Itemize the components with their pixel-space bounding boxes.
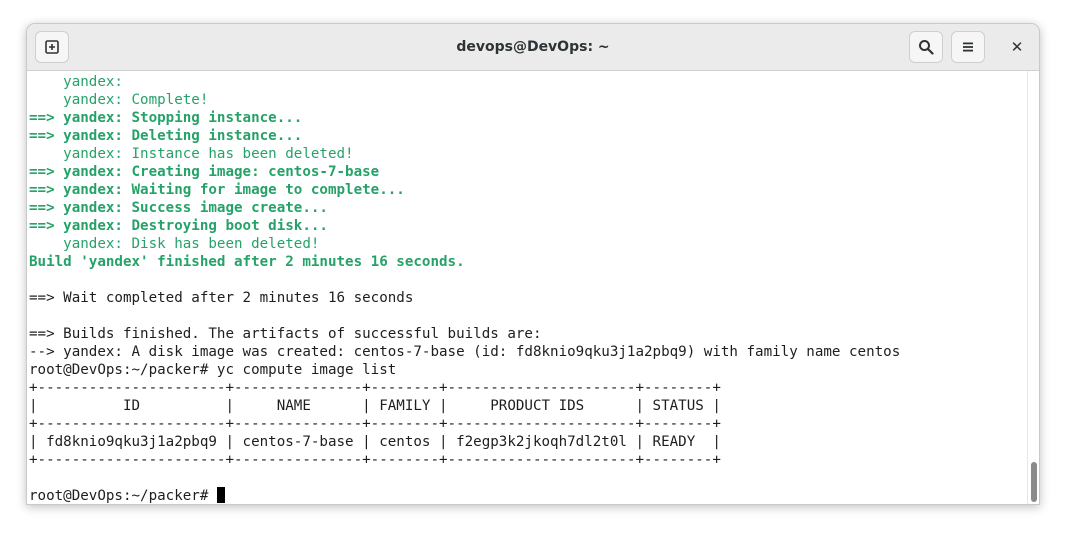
- terminal-text: Build 'yandex' finished after 2 minutes …: [29, 254, 465, 270]
- terminal-line: | fd8knio9qku3j1a2pbq9 | centos-7-base |…: [29, 433, 721, 451]
- terminal-line: ==> yandex: Creating image: centos-7-bas…: [29, 163, 379, 181]
- terminal-line: yandex: Disk has been deleted!: [29, 235, 319, 253]
- terminal-text: ==> yandex: Waiting for image to complet…: [29, 182, 405, 198]
- terminal-text: ==> yandex: Stopping instance...: [29, 110, 303, 126]
- terminal-line: yandex: Complete!: [29, 91, 208, 109]
- hamburger-menu-icon: [963, 42, 973, 52]
- terminal-text: | fd8knio9qku3j1a2pbq9 | centos-7-base |…: [29, 434, 721, 450]
- terminal-text: ==> yandex: Success image create...: [29, 200, 328, 216]
- terminal-text: ==> yandex: Creating image: centos-7-bas…: [29, 164, 380, 180]
- terminal-text: +----------------------+---------------+…: [29, 452, 721, 468]
- terminal-line: root@DevOps:~/packer# yc compute image l…: [29, 361, 396, 379]
- terminal-line: ==> Wait completed after 2 minutes 16 se…: [29, 289, 413, 307]
- terminal-text: ==> Wait completed after 2 minutes 16 se…: [29, 290, 414, 306]
- terminal-text: yandex: Complete!: [29, 92, 209, 108]
- terminal-line: ==> yandex: Stopping instance...: [29, 109, 302, 127]
- search-icon: [919, 40, 934, 55]
- terminal-text: root@DevOps:~/packer# yc compute image l…: [29, 362, 397, 378]
- terminal-line: | ID | NAME | FAMILY | PRODUCT IDS | STA…: [29, 397, 721, 415]
- terminal-text: +----------------------+---------------+…: [29, 416, 721, 432]
- text-cursor: [216, 487, 225, 503]
- terminal-text: ==> yandex: Destroying boot disk...: [29, 218, 328, 234]
- terminal-text: ==> Builds finished. The artifacts of su…: [29, 326, 542, 342]
- terminal-line: ==> yandex: Success image create...: [29, 199, 328, 217]
- terminal-text: | ID | NAME | FAMILY | PRODUCT IDS | STA…: [29, 398, 721, 414]
- terminal-line: --> yandex: A disk image was created: ce…: [29, 343, 900, 361]
- terminal-line: yandex: Instance has been deleted!: [29, 145, 354, 163]
- terminal-text: root@DevOps:~/packer#: [29, 488, 217, 504]
- menu-button[interactable]: [951, 31, 985, 63]
- terminal-line: Build 'yandex' finished after 2 minutes …: [29, 253, 465, 271]
- window-title: devops@DevOps: ~: [456, 39, 610, 55]
- terminal-line: yandex:: [29, 73, 123, 91]
- terminal-text: ==> yandex: Deleting instance...: [29, 128, 303, 144]
- terminal-output[interactable]: yandex: yandex: Complete! ==> yandex: Sto…: [27, 71, 1027, 504]
- terminal-text: yandex:: [29, 74, 123, 90]
- terminal-line: +----------------------+---------------+…: [29, 379, 721, 397]
- close-icon: ✕: [1010, 38, 1024, 56]
- header-bar: devops@DevOps: ~ ✕: [27, 24, 1039, 71]
- terminal-line: +----------------------+---------------+…: [29, 415, 721, 433]
- scrollbar-thumb[interactable]: [1031, 462, 1037, 502]
- terminal-line: ==> yandex: Deleting instance...: [29, 127, 302, 145]
- search-button[interactable]: [909, 31, 943, 63]
- new-tab-button[interactable]: [35, 31, 69, 63]
- terminal-text: +----------------------+---------------+…: [29, 380, 721, 396]
- terminal-window: devops@DevOps: ~ ✕ yandex: yandex: Compl…: [26, 23, 1040, 505]
- terminal-line: +----------------------+---------------+…: [29, 451, 721, 469]
- terminal-line: ==> Builds finished. The artifacts of su…: [29, 325, 542, 343]
- scrollbar[interactable]: [1027, 71, 1039, 504]
- new-tab-icon: [45, 40, 59, 54]
- close-button[interactable]: ✕: [1001, 31, 1033, 63]
- terminal-text: yandex: Instance has been deleted!: [29, 146, 354, 162]
- terminal-text: --> yandex: A disk image was created: ce…: [29, 344, 901, 360]
- terminal-line: ==> yandex: Waiting for image to complet…: [29, 181, 405, 199]
- terminal-line: root@DevOps:~/packer#: [29, 487, 225, 504]
- terminal-text: yandex: Disk has been deleted!: [29, 236, 320, 252]
- terminal-line: ==> yandex: Destroying boot disk...: [29, 217, 328, 235]
